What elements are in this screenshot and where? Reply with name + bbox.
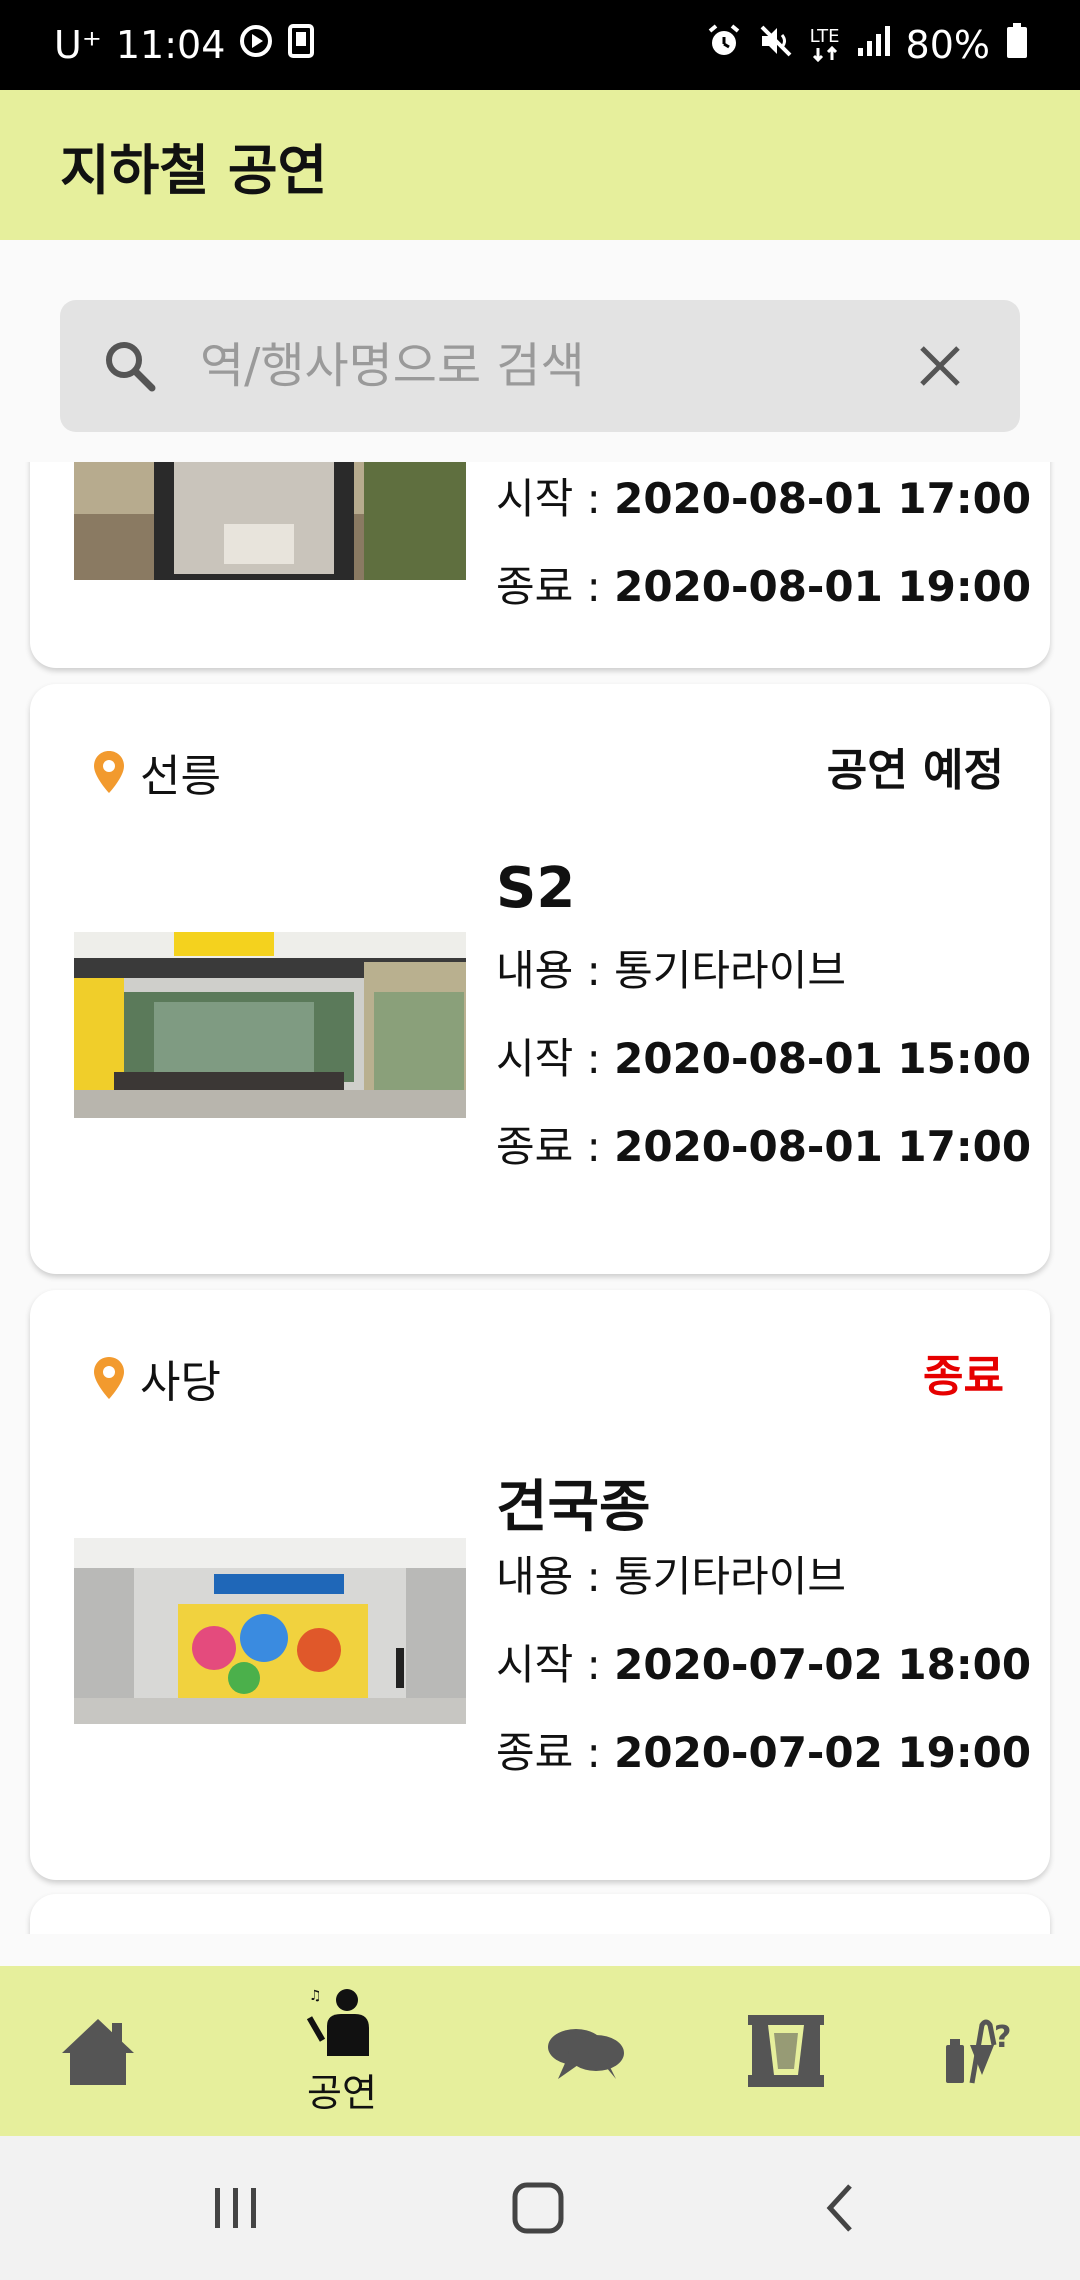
performer-icon: ♫ (307, 1988, 369, 2056)
performance-info: 견국종 내용 : 통기타라이브 시작 : 2020-07-02 18:00 종료… (496, 1462, 1031, 1820)
lte-icon: LTE (810, 28, 840, 62)
performance-thumbnail (74, 1538, 466, 1724)
performance-title: 견국종 (496, 1475, 651, 1540)
mute-icon (758, 23, 794, 68)
end-time: 종료 : 2020-08-01 17:00 (496, 1122, 1032, 1171)
nav-stage[interactable] (726, 1966, 846, 2136)
start-time: 시작 : 2020-08-01 15:00 (496, 1034, 1032, 1083)
nav-lost-found[interactable]: ? (920, 1966, 1040, 2136)
close-icon (920, 346, 960, 386)
station-name: 선릉 (140, 751, 221, 802)
recent-apps-icon (215, 2188, 256, 2228)
station-name: 사당 (140, 1357, 221, 1408)
svg-text:♫: ♫ (309, 1988, 322, 2004)
recent-apps-button[interactable] (196, 2176, 276, 2240)
location-pin-icon (94, 751, 124, 793)
screenshot-icon (287, 23, 315, 68)
performance-card[interactable]: 사당 종료 견국종 내용 : 통기타라이브 시작 : 2020-07-02 18… (30, 1290, 1050, 1880)
performance-card[interactable]: 선릉 공연 예정 S2 내용 : 통기타라이브 시작 : 2020-08-01 … (30, 684, 1050, 1274)
system-nav-bar (0, 2136, 1080, 2280)
chat-icon (548, 2029, 624, 2079)
home-icon (62, 2019, 134, 2085)
signal-icon (856, 23, 890, 67)
search-bar (60, 300, 1020, 432)
nav-performance[interactable]: ♫ 공연 (282, 1966, 402, 2136)
stage-icon (748, 2015, 824, 2087)
back-button[interactable] (800, 2176, 880, 2240)
station-location: 사당 (92, 1346, 221, 1410)
end-time: 종료 : 2020-07-02 19:00 (496, 1728, 1032, 1777)
nav-home[interactable] (38, 1966, 158, 2136)
home-circle-icon (512, 2182, 564, 2234)
performance-card[interactable] (30, 1894, 1050, 1934)
performance-content: 내용 : 통기타라이브 (496, 1552, 846, 1601)
performance-card[interactable]: 시작 : 2020-08-01 17:00 종료 : 2020-08-01 19… (30, 462, 1050, 668)
app-bar: 지하철 공연 (0, 90, 1080, 240)
search-icon[interactable] (100, 336, 160, 396)
bottom-nav: ♫ 공연 ? (0, 1966, 1080, 2136)
performance-info: S2 내용 : 통기타라이브 시작 : 2020-08-01 15:00 종료 … (496, 856, 1031, 1214)
start-time: 시작 : 2020-08-01 17:00 (496, 474, 1032, 523)
clear-search-button[interactable] (900, 326, 980, 406)
search-input[interactable] (160, 338, 900, 394)
location-pin-icon (94, 1357, 124, 1399)
status-badge: 공연 예정 (826, 745, 1004, 796)
performance-thumbnail (74, 462, 466, 580)
performance-list[interactable]: 시작 : 2020-08-01 17:00 종료 : 2020-08-01 19… (0, 462, 1080, 1934)
status-badge: 종료 (923, 1351, 1004, 1402)
performance-title: S2 (496, 856, 576, 921)
performance-info: 시작 : 2020-08-01 17:00 종료 : 2020-08-01 19… (496, 478, 1031, 654)
back-icon (826, 2184, 852, 2232)
battery-percent: 80% (905, 23, 990, 67)
home-button[interactable] (498, 2176, 578, 2240)
nav-chat[interactable] (526, 1966, 646, 2136)
nav-label: 공연 (307, 2070, 377, 2115)
page-title: 지하철 공연 (60, 138, 328, 202)
start-time: 시작 : 2020-07-02 18:00 (496, 1640, 1032, 1689)
svg-text:?: ? (994, 2020, 1011, 2055)
media-play-icon (239, 23, 273, 67)
end-time: 종료 : 2020-08-01 19:00 (496, 562, 1032, 611)
carrier-label: U⁺ (54, 23, 102, 67)
performance-thumbnail (74, 932, 466, 1118)
battery-icon (1006, 22, 1028, 68)
clock: 11:04 (115, 23, 226, 67)
status-bar: U⁺ 11:04 LTE 80% (0, 0, 1080, 90)
station-location: 선릉 (92, 740, 221, 804)
alarm-icon (706, 23, 742, 68)
lost-found-icon: ? (946, 2019, 1011, 2084)
performance-content: 내용 : 통기타라이브 (496, 946, 846, 995)
